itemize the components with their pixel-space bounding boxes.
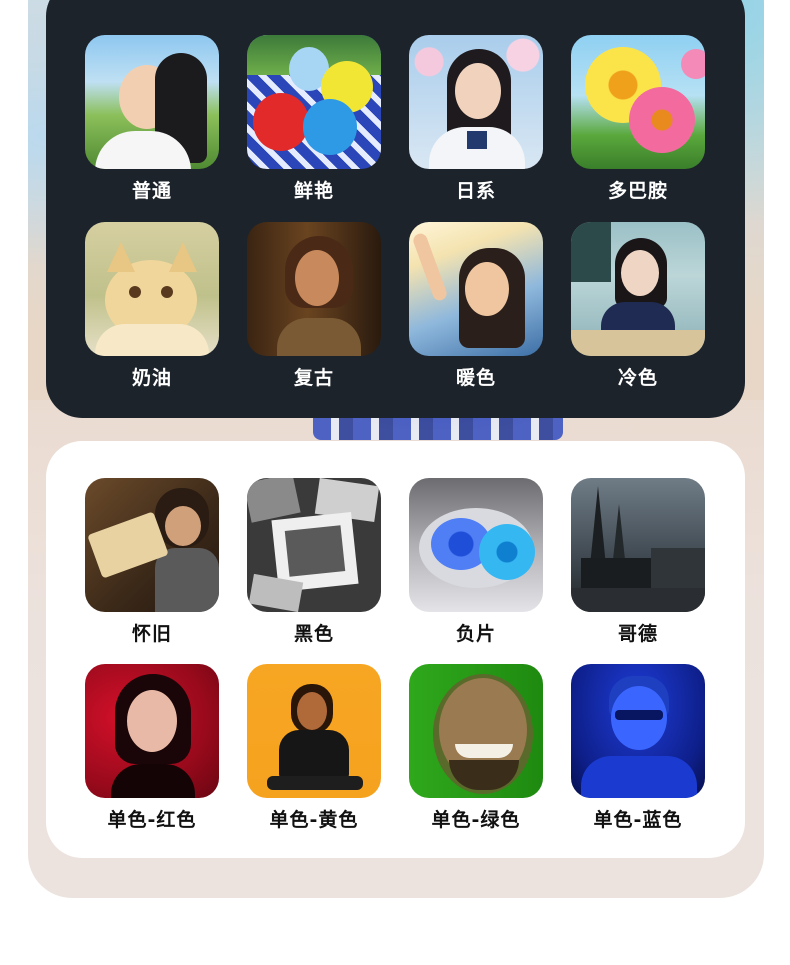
dark-style-panel: 普通 鲜艳 日系 多巴胺 奶油 复古 暖色 冷色: [46, 0, 745, 418]
style-option-xianyan[interactable]: 鲜艳: [247, 35, 381, 203]
balloons-picnic-thumbnail: [247, 35, 381, 169]
style-label: 奶油: [131, 367, 172, 389]
warm-sunlight-girl-thumbnail: [409, 222, 543, 356]
cream-kitten-thumbnail: [85, 222, 219, 356]
sakura-girl-thumbnail: [409, 35, 543, 169]
portrait-girl-field-thumbnail: [85, 35, 219, 169]
mono-blue-portrait-thumbnail: [571, 664, 705, 798]
style-option-fugu[interactable]: 复古: [247, 222, 381, 390]
negative-lemon-thumbnail: [409, 478, 543, 612]
style-option-huaijiu[interactable]: 怀旧: [85, 478, 219, 646]
style-label: 日系: [455, 180, 496, 202]
style-option-naiyou[interactable]: 奶油: [85, 222, 219, 390]
mono-yellow-portrait-thumbnail: [247, 664, 381, 798]
mono-red-portrait-thumbnail: [85, 664, 219, 798]
black-white-photos-thumbnail: [247, 478, 381, 612]
style-option-mono-green[interactable]: 单色-绿色: [409, 664, 543, 832]
style-option-duobaan[interactable]: 多巴胺: [571, 35, 705, 203]
style-label: 单色-蓝色: [593, 809, 683, 831]
style-option-gede[interactable]: 哥德: [571, 478, 705, 646]
style-label: 鲜艳: [293, 180, 334, 202]
style-label: 负片: [455, 623, 496, 645]
style-label: 哥德: [617, 623, 658, 645]
style-option-fupian[interactable]: 负片: [409, 478, 543, 646]
style-option-nuanse[interactable]: 暖色: [409, 222, 543, 390]
style-label: 单色-红色: [107, 809, 197, 831]
nostalgic-reading-woman-thumbnail: [85, 478, 219, 612]
style-label: 冷色: [617, 367, 658, 389]
colorful-flowers-thumbnail: [571, 35, 705, 169]
style-option-rixi[interactable]: 日系: [409, 35, 543, 203]
gothic-cathedral-thumbnail: [571, 478, 705, 612]
style-label: 单色-绿色: [431, 809, 521, 831]
style-option-putong[interactable]: 普通: [85, 35, 219, 203]
style-option-mono-blue[interactable]: 单色-蓝色: [571, 664, 705, 832]
mono-green-portrait-thumbnail: [409, 664, 543, 798]
style-option-mono-red[interactable]: 单色-红色: [85, 664, 219, 832]
style-label: 普通: [131, 180, 172, 202]
light-style-panel: 怀旧 黑色 负片 哥德 单色-红色 单色-黄色 单色-绿色 单色-蓝色: [46, 441, 745, 858]
style-option-heise[interactable]: 黑色: [247, 478, 381, 646]
cool-classroom-girl-thumbnail: [571, 222, 705, 356]
style-option-lengse[interactable]: 冷色: [571, 222, 705, 390]
style-label: 暖色: [455, 367, 496, 389]
style-option-mono-yellow[interactable]: 单色-黄色: [247, 664, 381, 832]
style-label: 黑色: [293, 623, 334, 645]
style-label: 怀旧: [131, 623, 172, 645]
style-label: 多巴胺: [607, 180, 668, 202]
retro-woman-thumbnail: [247, 222, 381, 356]
style-label: 单色-黄色: [269, 809, 359, 831]
style-label: 复古: [293, 367, 334, 389]
